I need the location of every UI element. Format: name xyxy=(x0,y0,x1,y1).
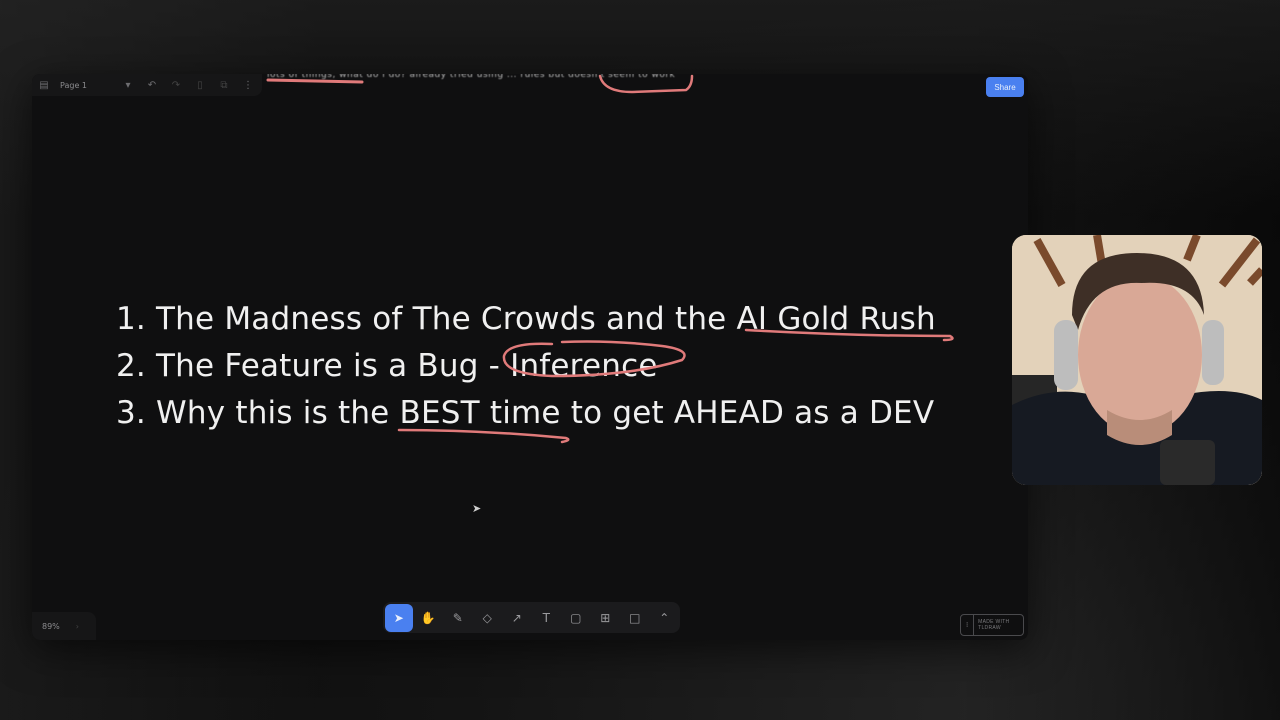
webcam-feed xyxy=(1012,235,1262,485)
made-with-label: MADE WITH TLDRAW xyxy=(978,619,1010,631)
tool-bar: ➤ ✋ ✎ ◇ ↗ T ▢ ⊞ □ ⌃ xyxy=(383,602,680,633)
mouse-cursor-icon: ➤ xyxy=(472,502,482,515)
more-tools-icon[interactable]: ⌃ xyxy=(651,604,679,632)
text-tool-icon[interactable]: T xyxy=(533,604,561,632)
draw-tool-icon[interactable]: ✎ xyxy=(444,604,472,632)
item-text: The Madness of The Crowds and the xyxy=(156,301,737,337)
rectangle-tool-icon[interactable]: □ xyxy=(621,604,649,632)
arrow-tool-icon[interactable]: ↗ xyxy=(503,604,531,632)
menu-icon[interactable]: ▤ xyxy=(32,74,56,96)
agenda-list: 1. The Madness of The Crowds and the AI … xyxy=(116,296,936,437)
redo-icon[interactable]: ↷ xyxy=(164,74,188,96)
asset-tool-icon[interactable]: ⊞ xyxy=(592,604,620,632)
trash-icon[interactable]: ▯ xyxy=(188,74,212,96)
minimap-toggle-icon[interactable]: › xyxy=(76,622,79,631)
cut-off-text: lots of things, what do i do? already tr… xyxy=(267,74,676,80)
zoom-level[interactable]: 89% xyxy=(42,622,60,631)
list-item: 1. The Madness of The Crowds and the AI … xyxy=(116,296,936,343)
item-text: to get AHEAD as a DEV xyxy=(560,395,935,431)
select-tool-icon[interactable]: ➤ xyxy=(385,603,413,632)
page-name[interactable]: Page 1 xyxy=(56,81,116,90)
item-text: The Feature is a Bug - xyxy=(156,348,511,384)
note-tool-icon[interactable]: ▢ xyxy=(562,604,590,632)
item-highlight: Inference xyxy=(510,348,658,384)
made-with-tldraw-badge[interactable]: ⁞ MADE WITH TLDRAW xyxy=(960,614,1024,636)
item-number: 3. xyxy=(116,395,146,431)
list-item: 3. Why this is the BEST time to get AHEA… xyxy=(116,390,936,437)
share-button[interactable]: Share xyxy=(986,77,1024,97)
top-menu-bar: ▤ Page 1 ▾ ↶ ↷ ▯ ⧉ ⋮ xyxy=(32,74,262,96)
item-number: 2. xyxy=(116,348,146,384)
hand-tool-icon[interactable]: ✋ xyxy=(415,604,443,632)
underline-top-left xyxy=(266,78,364,84)
undo-icon[interactable]: ↶ xyxy=(140,74,164,96)
zoom-control[interactable]: 89% › xyxy=(32,612,96,640)
chevron-down-icon[interactable]: ▾ xyxy=(116,74,140,96)
item-highlight: BEST time xyxy=(399,395,561,431)
tldraw-window: lots of things, what do i do? already tr… xyxy=(32,74,1028,640)
webcam-image xyxy=(1012,235,1262,485)
eraser-tool-icon[interactable]: ◇ xyxy=(474,604,502,632)
list-item: 2. The Feature is a Bug - Inference xyxy=(116,343,936,390)
item-number: 1. xyxy=(116,301,146,337)
item-highlight: AI Gold Rush xyxy=(736,301,936,337)
more-vertical-icon[interactable]: ⋮ xyxy=(236,74,260,96)
tldraw-logo-icon: ⁞ xyxy=(961,615,975,635)
duplicate-icon[interactable]: ⧉ xyxy=(212,74,236,96)
item-text: Why this is the xyxy=(156,395,400,431)
